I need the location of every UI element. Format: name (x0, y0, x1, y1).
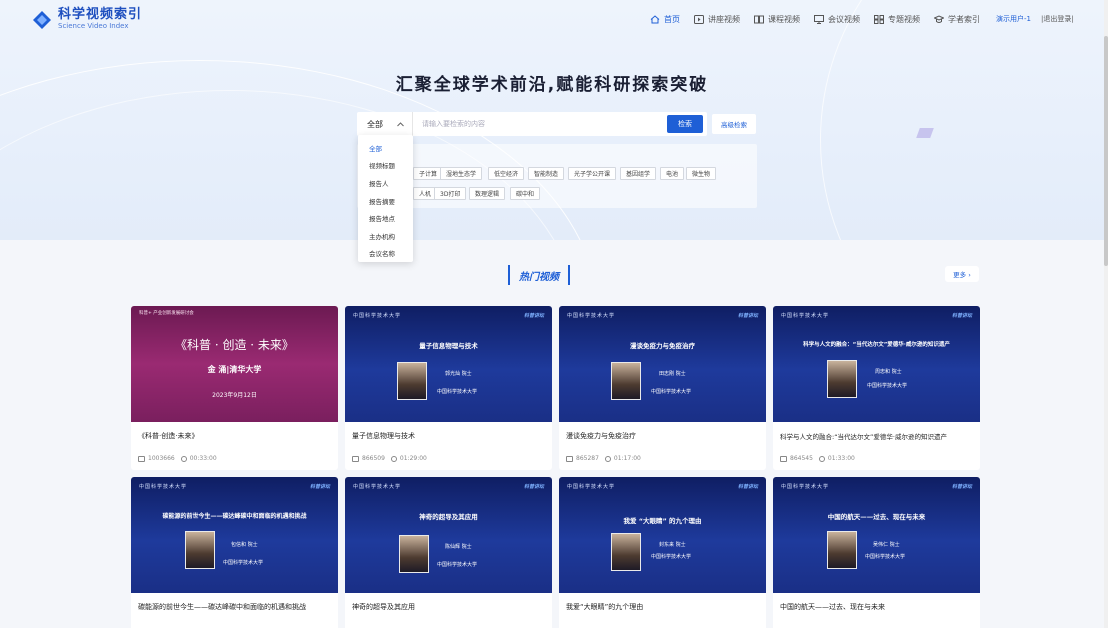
speaker-photo (611, 362, 641, 400)
scholar-icon (934, 14, 944, 23)
nav-scholar-index[interactable]: 学者索引 (934, 14, 980, 25)
tag[interactable]: 基因组学 (620, 167, 657, 180)
video-thumbnail: 中国科学技术大学 科普讲坛 我爱 “大眼睛” 的九个理由 封东来 院士 中国科学… (559, 477, 766, 593)
nav-course-videos[interactable]: 课程视频 (754, 14, 800, 25)
nav-lecture-videos[interactable]: 讲座视频 (694, 14, 740, 25)
tag[interactable]: 碳中和 (510, 187, 541, 200)
nav-home[interactable]: 首页 (650, 14, 680, 25)
logo-title: 科学视频索引 (58, 7, 143, 22)
search-input[interactable] (413, 112, 667, 136)
page-scrollbar[interactable] (1104, 0, 1108, 628)
video-meta: 865287 01:17:00 (566, 455, 641, 462)
video-card[interactable]: 中国科学技术大学 科普讲坛 科学与人文的融合：“当代达尔文”爱德华·威尔逊的知识… (773, 306, 980, 470)
dropdown-option-conference[interactable]: 会议名称 (358, 245, 413, 263)
more-button[interactable]: 更多 › (945, 266, 979, 282)
dropdown-option-title[interactable]: 视频标题 (358, 157, 413, 175)
logo-icon (33, 10, 51, 29)
speaker-photo (397, 362, 427, 400)
video-card[interactable]: 中国科学技术大学 科普讲坛 神奇的超导及其应用 陈仙辉 院士 中国科学技术大学 … (345, 477, 552, 628)
clock-icon (604, 455, 611, 462)
search-bar: 全部 检索 (357, 112, 707, 136)
dropdown-option-all[interactable]: 全部 (358, 139, 413, 157)
video-card[interactable]: 中国科学技术大学 科普讲坛 中国的航天——过去、现在与未来 吴伟仁 院士 中国科… (773, 477, 980, 628)
speaker-photo (827, 360, 857, 398)
speaker-photo (611, 533, 641, 571)
nav-conference-videos[interactable]: 会议视频 (814, 14, 860, 25)
video-thumbnail: 中国科学技术大学 科普讲坛 碳能源的前世今生——碳达峰碳中和面临的机遇和挑战 包… (131, 477, 338, 593)
video-thumbnail: 中国科学技术大学 科普讲坛 量子信息物理与技术 郭光灿 院士 中国科学技术大学 (345, 306, 552, 422)
video-title: 《科普·创造·未来》 (138, 432, 199, 440)
nav-topic-videos[interactable]: 专题视频 (874, 14, 920, 25)
top-header: 科学视频索引 Science Video Index 首页 讲座视频 课程视频 … (0, 0, 1104, 38)
video-thumbnail: 中国科学技术大学 科普讲坛 科学与人文的融合：“当代达尔文”爱德华·威尔逊的知识… (773, 306, 980, 422)
hero-slogan: 汇聚全球学术前沿,赋能科研探索突破 (395, 75, 709, 95)
search-category-select[interactable]: 全部 (357, 112, 413, 136)
video-thumbnail: 中国科学技术大学 科普讲坛 中国的航天——过去、现在与未来 吴伟仁 院士 中国科… (773, 477, 980, 593)
speaker-photo (399, 535, 429, 573)
hot-tags: 子计算 湿地生态学 低空经济 智能制造 光子学公开课 基因组学 电池 微生物 人… (357, 144, 757, 208)
play-count-icon (138, 455, 145, 462)
tag[interactable]: 数理逻辑 (469, 187, 506, 200)
book-icon (754, 15, 764, 23)
tag[interactable]: 电池 (660, 167, 685, 180)
video-thumbnail: 中国科学技术大学 科普讲坛 漫谈免疫力与免疫治疗 田志刚 院士 中国科学技术大学 (559, 306, 766, 422)
speaker-photo (185, 531, 215, 569)
video-meta: 1003666 00:33:00 (138, 455, 217, 462)
video-title: 我爱“大眼睛”的九个理由 (566, 603, 644, 611)
video-title: 中国的航天——过去、现在与未来 (780, 603, 885, 611)
dropdown-option-abstract[interactable]: 报告摘要 (358, 192, 413, 210)
video-card[interactable]: 科普+ 产业创新发展研讨会 《科普 · 创造 · 未来》 金 涌|清华大学 20… (131, 306, 338, 470)
main-nav: 首页 讲座视频 课程视频 会议视频 专题视频 学者索引 演示用户-1 |退出登录… (650, 0, 1074, 38)
site-logo[interactable]: 科学视频索引 Science Video Index (32, 8, 142, 31)
tag[interactable]: 光子学公开课 (568, 167, 617, 180)
video-title: 量子信息物理与技术 (352, 432, 415, 440)
search-button[interactable]: 检索 (667, 115, 703, 133)
video-meta: 866509 01:29:00 (352, 455, 427, 462)
advanced-search-button[interactable]: 高级检索 (712, 114, 756, 134)
tag[interactable]: 3D打印 (434, 187, 467, 200)
grid-icon (874, 14, 884, 24)
monitor-icon (814, 14, 824, 24)
tag[interactable]: 智能制造 (528, 167, 565, 180)
play-count-icon (352, 455, 359, 462)
play-count-icon (780, 455, 787, 462)
video-card[interactable]: 中国科学技术大学 科普讲坛 我爱 “大眼睛” 的九个理由 封东来 院士 中国科学… (559, 477, 766, 628)
home-icon (650, 14, 660, 23)
video-card[interactable]: 中国科学技术大学 科普讲坛 碳能源的前世今生——碳达峰碳中和面临的机遇和挑战 包… (131, 477, 338, 628)
dropdown-option-organizer[interactable]: 主办机构 (358, 227, 413, 245)
logo-subtitle: Science Video Index (58, 22, 129, 30)
video-card[interactable]: 中国科学技术大学 科普讲坛 漫谈免疫力与免疫治疗 田志刚 院士 中国科学技术大学… (559, 306, 766, 470)
video-card[interactable]: 中国科学技术大学 科普讲坛 量子信息物理与技术 郭光灿 院士 中国科学技术大学 … (345, 306, 552, 470)
video-title: 碳能源的前世今生——碳达峰碳中和面临的机遇和挑战 (138, 603, 306, 611)
logout-link[interactable]: |退出登录| (1041, 14, 1074, 24)
tag[interactable]: 湿地生态学 (440, 167, 483, 180)
speaker-photo (827, 531, 857, 569)
video-title: 漫谈免疫力与免疫治疗 (566, 432, 636, 440)
tag[interactable]: 微生物 (686, 167, 717, 180)
hot-videos-title: 热门视频 (508, 265, 570, 285)
video-title: 神奇的超导及其应用 (352, 603, 415, 611)
scrollbar-thumb[interactable] (1104, 36, 1108, 266)
search-category-dropdown: 全部 视频标题 报告人 报告摘要 报告地点 主办机构 会议名称 (358, 135, 413, 262)
video-title: 科学与人文的融合:“当代达尔文”爱德华·威尔逊的知识遗产 (780, 433, 947, 441)
dropdown-option-speaker[interactable]: 报告人 (358, 174, 413, 192)
clock-icon (818, 455, 825, 462)
video-meta: 864545 01:33:00 (780, 455, 855, 462)
video-thumbnail: 科普+ 产业创新发展研讨会 《科普 · 创造 · 未来》 金 涌|清华大学 20… (131, 306, 338, 422)
play-count-icon (566, 455, 573, 462)
tag[interactable]: 低空经济 (488, 167, 525, 180)
play-icon (694, 14, 704, 24)
user-link[interactable]: 演示用户-1 (996, 14, 1031, 24)
dropdown-option-location[interactable]: 报告地点 (358, 209, 413, 227)
clock-icon (390, 455, 397, 462)
tag[interactable]: 子计算 (413, 167, 444, 180)
video-thumbnail: 中国科学技术大学 科普讲坛 神奇的超导及其应用 陈仙辉 院士 中国科学技术大学 (345, 477, 552, 593)
clock-icon (180, 455, 187, 462)
chevron-up-icon (397, 121, 404, 126)
